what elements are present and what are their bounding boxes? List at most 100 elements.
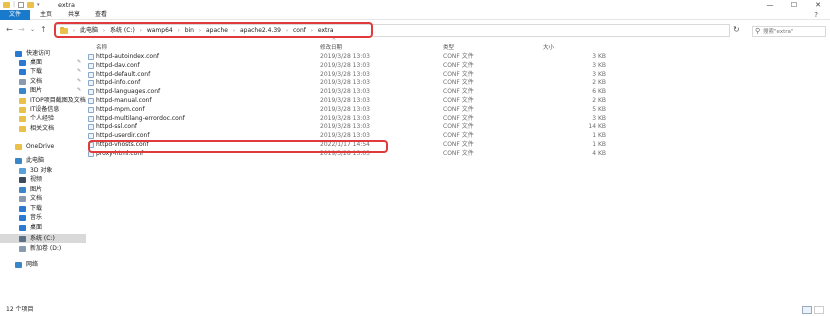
tab-home[interactable]: 主页 xyxy=(34,10,58,20)
forward-button[interactable]: → xyxy=(18,25,25,35)
breadcrumb-separator[interactable]: › xyxy=(311,26,313,36)
breadcrumb-conf[interactable]: conf xyxy=(293,26,306,36)
breadcrumb-this-pc[interactable]: 此电脑 xyxy=(80,26,98,36)
file-date-modified: 2019/3/28 13:03 xyxy=(320,79,370,87)
sidebar-item[interactable]: OneDrive xyxy=(0,142,86,151)
file-row[interactable]: httpd-multilang-errordoc.conf 2019/3/28 1… xyxy=(88,115,608,123)
computer-icon xyxy=(15,157,22,164)
file-name: httpd-autoindex.conf xyxy=(96,53,159,60)
file-date-modified: 2019/3/28 13:03 xyxy=(320,88,370,96)
breadcrumb-separator[interactable]: › xyxy=(286,26,288,36)
sidebar-item-label: 图片 xyxy=(30,87,43,94)
search-input[interactable] xyxy=(763,27,825,37)
sidebar-item[interactable]: 文档 xyxy=(0,194,86,203)
maximize-button[interactable]: ☐ xyxy=(782,0,806,10)
desktop-icon xyxy=(19,224,26,231)
file-date-modified: 2019/3/28 13:03 xyxy=(320,105,370,113)
breadcrumb-apache[interactable]: apache xyxy=(206,26,228,36)
address-bar[interactable]: › 此电脑 › 系统 (C:) › wamp64 › bin › apache … xyxy=(55,24,778,37)
tab-share[interactable]: 共享 xyxy=(62,10,86,20)
breadcrumb-separator[interactable]: › xyxy=(199,26,201,36)
pin-icon: ✎ xyxy=(77,87,82,93)
column-name[interactable]: 名称 xyxy=(96,43,107,51)
up-button[interactable]: ↑ xyxy=(40,25,47,35)
pictures-icon xyxy=(19,186,26,193)
file-row[interactable]: httpd-languages.conf 2019/3/28 13:03 CONF … xyxy=(88,88,608,96)
file-row[interactable]: httpd-userdir.conf 2019/3/28 13:03 CONF 文件… xyxy=(88,132,608,140)
breadcrumb-apache2439[interactable]: apache2.4.39 xyxy=(240,26,281,36)
sidebar-item[interactable]: 下载 xyxy=(0,204,86,213)
breadcrumb-bin[interactable]: bin xyxy=(185,26,194,36)
column-date-modified[interactable]: 修改日期 xyxy=(320,43,342,51)
file-row[interactable]: httpd-vhosts.conf 2022/1/17 14:54 CONF 文件 1… xyxy=(88,141,608,149)
file-date-modified: 2019/3/28 13:03 xyxy=(320,132,370,140)
sidebar-item[interactable]: 新加卷 (D:) xyxy=(0,244,86,253)
sidebar-item[interactable]: 图片 xyxy=(0,185,86,194)
breadcrumb-separator[interactable]: › xyxy=(178,26,180,36)
breadcrumb-extra[interactable]: extra xyxy=(318,26,334,36)
file-row[interactable]: httpd-info.conf 2019/3/28 13:03 CONF 文件 2 K… xyxy=(88,79,608,87)
tab-view[interactable]: 查看 xyxy=(89,10,113,20)
sidebar-item-label: 下载 xyxy=(30,68,43,75)
close-button[interactable]: ✕ xyxy=(806,0,830,10)
sidebar-item[interactable]: 下载 ✎ xyxy=(0,67,86,76)
file-size: 2 KB xyxy=(592,79,606,87)
new-folder-icon[interactable] xyxy=(27,2,35,8)
sidebar-item[interactable]: 3D 对象 xyxy=(0,166,86,175)
pictures-icon xyxy=(19,87,26,94)
sidebar-item[interactable]: 快速访问 xyxy=(0,49,86,58)
file-row[interactable]: httpd-ssl.conf 2019/3/28 13:03 CONF 文件 14 K… xyxy=(88,123,608,131)
back-button[interactable]: ← xyxy=(6,25,13,35)
breadcrumb-wamp64[interactable]: wamp64 xyxy=(147,26,173,36)
file-row[interactable]: httpd-manual.conf 2019/3/28 13:03 CONF 文件 2… xyxy=(88,97,608,105)
file-row[interactable]: httpd-autoindex.conf 2019/3/28 13:03 CONF … xyxy=(88,53,608,61)
file-row[interactable]: httpd-mpm.conf 2019/3/28 13:03 CONF 文件 5 KB xyxy=(88,106,608,114)
breadcrumb-separator[interactable]: › xyxy=(140,26,142,36)
column-size[interactable]: 大小 xyxy=(543,43,554,51)
recent-locations-button[interactable]: ⌄ xyxy=(30,25,35,35)
sidebar-item[interactable]: 网络 xyxy=(0,260,86,269)
address-row: ← → ⌄ ↑ › 此电脑 › 系统 (C:) › wamp64 › bin ›… xyxy=(0,22,830,38)
sidebar-item[interactable]: 个人经验 xyxy=(0,114,86,123)
file-size: 3 KB xyxy=(592,53,606,60)
customize-dropdown-icon[interactable]: ▾ xyxy=(37,1,40,9)
sidebar-item-label: 图片 xyxy=(30,186,43,193)
folder-icon xyxy=(19,97,26,104)
search-box[interactable]: ⚲ xyxy=(752,26,826,37)
conf-file-icon xyxy=(88,89,94,96)
column-type[interactable]: 类型 xyxy=(443,43,454,51)
refresh-button[interactable]: ↻ xyxy=(733,25,740,35)
minimize-button[interactable]: — xyxy=(758,0,782,10)
help-icon[interactable]: ? xyxy=(814,10,818,20)
file-date-modified: 2019/3/28 13:03 xyxy=(320,149,370,157)
sidebar-item[interactable]: 相关文档 xyxy=(0,124,86,133)
sidebar-item[interactable]: 图片 ✎ xyxy=(0,86,86,95)
sidebar-item[interactable]: 视频 xyxy=(0,175,86,184)
conf-file-icon xyxy=(88,150,94,157)
properties-icon[interactable] xyxy=(18,2,25,8)
sidebar-item[interactable]: IT设备信息 xyxy=(0,105,86,114)
sidebar-item[interactable]: 音乐 xyxy=(0,213,86,222)
file-row[interactable]: httpd-dav.conf 2019/3/28 13:03 CONF 文件 3 KB xyxy=(88,62,608,70)
file-row[interactable]: proxy-html.conf 2019/3/28 13:03 CONF 文件 4 K… xyxy=(88,150,608,158)
breadcrumb-separator[interactable]: › xyxy=(233,26,235,36)
sidebar-item[interactable]: 此电脑 xyxy=(0,156,86,165)
large-icons-view-icon[interactable] xyxy=(814,306,824,314)
sidebar-item[interactable]: 桌面 ✎ xyxy=(0,58,86,67)
breadcrumb-separator[interactable]: › xyxy=(103,26,105,36)
breadcrumb-system-c[interactable]: 系统 (C:) xyxy=(110,26,135,36)
details-view-icon[interactable] xyxy=(802,306,812,314)
sidebar-item[interactable]: 文档 ✎ xyxy=(0,77,86,86)
tab-file[interactable]: 文件 xyxy=(0,10,30,20)
sidebar-item[interactable]: 系统 (C:) xyxy=(0,234,86,243)
sidebar-item[interactable]: 桌面 xyxy=(0,223,86,232)
file-row[interactable]: httpd-default.conf 2019/3/28 13:03 CONF 文件… xyxy=(88,71,608,79)
sidebar-item-label: 下载 xyxy=(30,205,43,212)
sidebar-item[interactable]: ITOP项目截图及文档 xyxy=(0,96,86,105)
view-switcher xyxy=(802,306,824,314)
column-header: ^ 名称 修改日期 类型 大小 xyxy=(88,38,830,51)
file-name: httpd-multilang-errordoc.conf xyxy=(96,114,185,122)
file-size: 14 KB xyxy=(588,123,606,131)
file-size: 1 KB xyxy=(592,141,606,148)
file-type: CONF 文件 xyxy=(443,114,474,122)
